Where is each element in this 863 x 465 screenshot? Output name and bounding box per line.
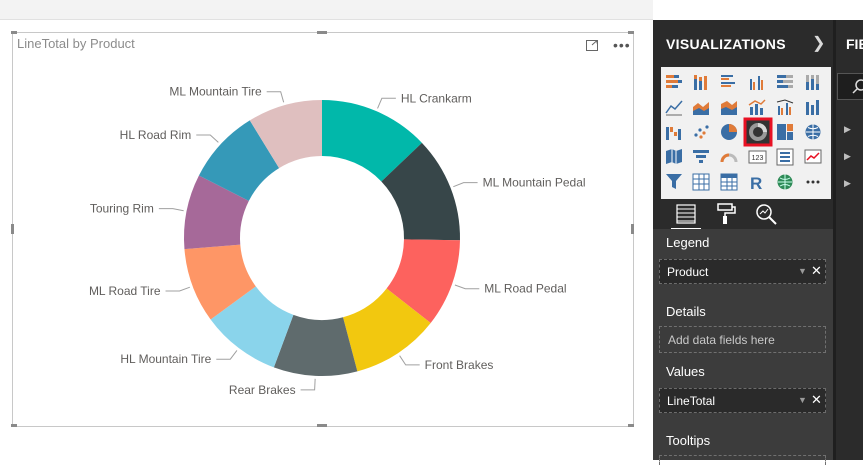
visualizations-pane-title: VISUALIZATIONS (666, 36, 786, 52)
line-and-clustered-column-chart-icon[interactable] (776, 99, 794, 115)
filled-map-icon[interactable] (666, 149, 682, 164)
values-well-label: Values (666, 364, 705, 379)
globe-icon[interactable] (777, 174, 793, 190)
fields-pane: FIELDS ▶ ▶ ▶ (836, 20, 863, 460)
svg-text:123: 123 (752, 155, 764, 162)
clustered-bar-chart-icon[interactable] (721, 75, 735, 87)
fields-search-input[interactable] (837, 73, 863, 100)
remove-field-icon[interactable]: ✕ (811, 263, 822, 279)
leader-line-5 (216, 350, 238, 360)
tooltips-well-label: Tooltips (666, 433, 711, 448)
visualization-icons: 123 R (665, 75, 822, 193)
leader-line-4 (300, 378, 316, 391)
svg-text:R: R (750, 174, 762, 193)
slice-label-9: ML Mountain Tire (169, 85, 262, 99)
fields-tab-icon[interactable] (674, 202, 698, 226)
details-placeholder: Add data fields here (668, 333, 775, 347)
slice-label-4: Rear Brakes (229, 383, 296, 397)
slice-label-8: HL Road Rim (120, 128, 192, 142)
slice-label-7: Touring Rim (90, 202, 154, 216)
tooltips-drop-zone[interactable] (659, 455, 826, 465)
visualization-gallery: 123 R (661, 67, 831, 199)
slice-label-0: HL Crankarm (401, 91, 472, 105)
leader-line-9 (266, 91, 285, 103)
line-and-column-chart-icon[interactable] (748, 99, 766, 115)
format-paint-roller-icon[interactable] (714, 202, 738, 226)
details-well-label: Details (666, 304, 706, 319)
leader-line-0 (377, 97, 396, 109)
scatter-chart-icon[interactable] (694, 125, 709, 139)
slice-label-1: ML Mountain Pedal (483, 176, 586, 190)
fields-pane-title: FIELDS (846, 36, 863, 52)
details-drop-zone[interactable]: Add data fields here (659, 326, 826, 353)
stacked-column-chart-icon[interactable] (694, 75, 707, 90)
clustered-column-chart-icon[interactable] (750, 76, 763, 90)
slice-label-3: Front Brakes (425, 358, 494, 372)
values-field-name: LineTotal (667, 394, 716, 408)
matrix-icon[interactable] (720, 173, 738, 191)
legend-well-label: Legend (666, 235, 710, 250)
stacked-bar-chart-icon[interactable] (666, 75, 682, 88)
table-expand-icon[interactable]: ▶ (844, 124, 851, 135)
waterfall-chart-icon[interactable] (666, 127, 681, 140)
treemap-icon[interactable] (777, 124, 793, 140)
leader-line-2 (454, 284, 480, 290)
legend-field-chip[interactable]: Product ▼ ✕ (659, 259, 826, 284)
chevron-down-icon[interactable]: ▼ (798, 266, 807, 276)
leader-line-7 (158, 208, 184, 212)
ribbon-chart-icon[interactable] (806, 100, 819, 115)
stacked-area-chart-icon[interactable] (721, 101, 737, 115)
pane-tabs (661, 200, 833, 230)
funnel-icon[interactable] (693, 150, 709, 163)
slicer-icon[interactable] (666, 174, 682, 189)
field-wells: Legend Product ▼ ✕ Details Add data fiel… (653, 229, 833, 465)
more-visuals-icon[interactable] (806, 180, 820, 184)
leader-line-6 (165, 286, 191, 292)
values-field-chip[interactable]: LineTotal ▼ ✕ (659, 388, 826, 413)
visualizations-pane: VISUALIZATIONS ❯ 123 R Legend Product ▼ … (653, 20, 833, 465)
kpi-icon[interactable] (804, 149, 822, 164)
table-expand-icon[interactable]: ▶ (844, 178, 851, 189)
slice-label-2: ML Road Pedal (484, 282, 566, 296)
table-expand-icon[interactable]: ▶ (844, 151, 851, 162)
r-script-visual-icon[interactable]: R (750, 174, 762, 193)
leader-line-8 (196, 134, 219, 143)
area-chart-icon[interactable] (693, 102, 709, 115)
donut-chart-icon[interactable] (743, 117, 773, 147)
100-stacked-column-chart-icon[interactable] (806, 75, 819, 90)
map-icon[interactable] (805, 124, 821, 140)
leader-line-1 (453, 182, 478, 188)
multi-row-card-icon[interactable] (776, 148, 794, 166)
line-chart-icon[interactable] (665, 100, 683, 116)
pie-chart-icon[interactable] (721, 124, 737, 140)
remove-field-icon[interactable]: ✕ (811, 392, 822, 408)
slice-label-6: ML Road Tire (89, 284, 161, 298)
legend-field-name: Product (667, 265, 709, 279)
card-icon[interactable]: 123 (748, 150, 767, 164)
leader-line-3 (399, 355, 420, 366)
table-icon[interactable] (692, 173, 710, 191)
search-icon (852, 79, 863, 94)
100-stacked-bar-chart-icon[interactable] (777, 75, 793, 88)
chevron-right-icon[interactable]: ❯ (812, 33, 825, 53)
gauge-icon[interactable] (720, 153, 738, 163)
slice-label-5: HL Mountain Tire (120, 352, 211, 366)
analytics-magnifier-icon[interactable] (754, 202, 778, 226)
donut-chart[interactable]: HL Crankarm ML Mountain Pedal ML Road Peda… (0, 0, 653, 460)
chevron-down-icon[interactable]: ▼ (798, 395, 807, 405)
